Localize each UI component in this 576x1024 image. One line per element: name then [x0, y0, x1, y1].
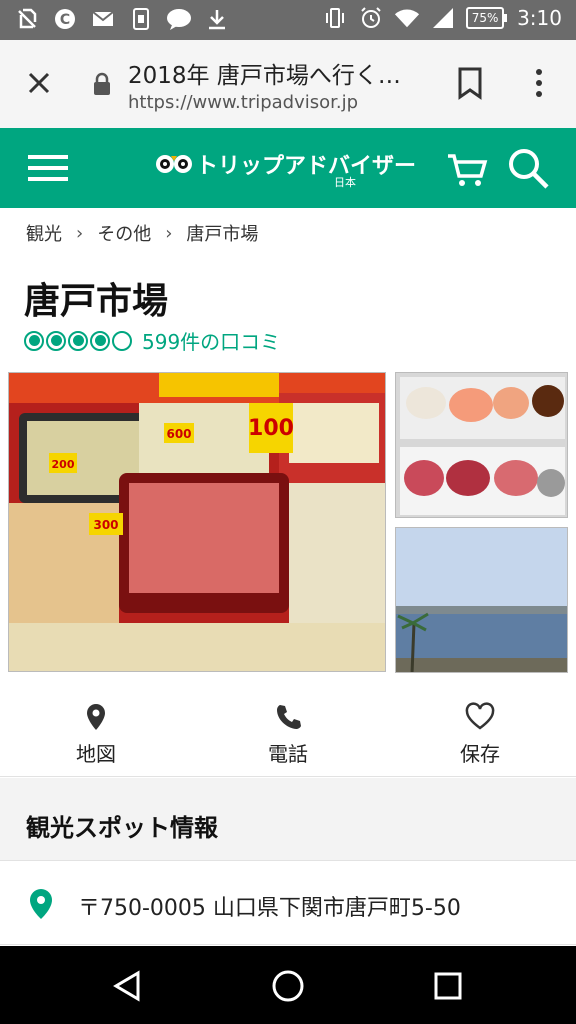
- breadcrumb-item[interactable]: 唐戸市場: [186, 220, 258, 246]
- home-icon[interactable]: [270, 968, 306, 1004]
- rating-bubble-empty: [112, 330, 132, 351]
- info-section-heading: 観光スポット情報: [26, 814, 218, 842]
- rating-bubble-filled: [46, 330, 66, 351]
- save-button[interactable]: 保存: [384, 690, 576, 776]
- close-icon[interactable]: [22, 66, 56, 100]
- back-icon[interactable]: [110, 968, 146, 1004]
- overflow-menu-icon[interactable]: [530, 66, 548, 100]
- location-pin-icon: [30, 889, 52, 919]
- action-bar: 地図 電話 保存: [0, 690, 576, 777]
- price-sign-text: 300: [93, 518, 118, 532]
- chevron-right-icon: ›: [165, 222, 173, 244]
- rating-bubble-filled: [68, 330, 88, 351]
- status-bar: C 75% 3:10: [0, 0, 576, 40]
- battery-level: 75%: [466, 7, 505, 29]
- main-photo[interactable]: 100 600 300 200: [8, 372, 386, 672]
- chat-bubble-icon: [166, 6, 192, 32]
- battery-indicator: 75%: [466, 7, 508, 29]
- svg-text:C: C: [60, 12, 70, 28]
- bookmark-icon[interactable]: [456, 66, 484, 100]
- price-sign-text: 100: [248, 416, 294, 441]
- alarm-icon: [358, 5, 384, 31]
- c-app-icon: C: [52, 6, 78, 32]
- phone-label: 電話: [268, 742, 308, 766]
- map-button[interactable]: 地図: [0, 690, 192, 776]
- address-text: 〒750-0005 山口県下関市唐戸町5-50: [78, 896, 461, 921]
- sushi-photo[interactable]: [395, 372, 568, 518]
- vibrate-icon: [322, 5, 348, 31]
- recents-icon[interactable]: [430, 968, 466, 1004]
- harbor-photo[interactable]: [395, 527, 568, 673]
- search-icon[interactable]: [506, 146, 550, 190]
- reviews-link[interactable]: 599件の口コミ: [142, 326, 280, 355]
- page-title: 唐戸市場: [24, 281, 169, 322]
- map-label: 地図: [76, 742, 116, 766]
- mail-icon: [90, 6, 116, 32]
- clock: 3:10: [517, 6, 562, 30]
- wifi-icon: [394, 5, 420, 31]
- address-row[interactable]: 〒750-0005 山口県下関市唐戸町5-50: [0, 862, 576, 945]
- signal-icon: [430, 5, 456, 31]
- chevron-right-icon: ›: [76, 222, 84, 244]
- no-sim-icon: [14, 6, 40, 32]
- page-tab-title[interactable]: 2018年 唐戸市場へ行く…: [128, 56, 428, 90]
- breadcrumb-item[interactable]: その他: [97, 220, 151, 246]
- breadcrumb: 観光 › その他 › 唐戸市場: [26, 220, 258, 246]
- save-label: 保存: [460, 742, 500, 766]
- url-text[interactable]: https://www.tripadvisor.jp: [128, 92, 358, 113]
- hamburger-menu-icon[interactable]: [26, 152, 70, 184]
- rating-bubble-filled: [24, 330, 44, 351]
- lock-icon: [94, 72, 110, 95]
- phone-button[interactable]: 電話: [192, 690, 384, 776]
- phone-icon: [277, 705, 301, 729]
- tripadvisor-logo[interactable]: トリップアドバイザー 日本: [154, 148, 417, 189]
- rating-bubble-filled: [90, 330, 110, 351]
- owl-logo-icon: [156, 155, 192, 173]
- brand-name: トリップアドバイザー: [196, 154, 417, 179]
- cart-icon[interactable]: [446, 150, 488, 188]
- price-sign-text: 200: [52, 458, 75, 471]
- site-header: トリップアドバイザー 日本: [0, 128, 576, 208]
- rating-row[interactable]: 599件の口コミ: [24, 326, 280, 355]
- map-pin-icon: [87, 704, 105, 730]
- download-icon: [204, 6, 230, 32]
- price-sign-text: 600: [166, 427, 191, 441]
- info-section-header: 観光スポット情報: [0, 778, 576, 861]
- breadcrumb-item[interactable]: 観光: [26, 220, 62, 246]
- heart-icon: [465, 702, 495, 730]
- browser-toolbar: 2018年 唐戸市場へ行く… https://www.tripadvisor.j…: [0, 40, 576, 129]
- brand-country: 日本: [334, 176, 356, 189]
- phone-frame-icon: [128, 6, 154, 32]
- system-nav-bar: [0, 946, 576, 1024]
